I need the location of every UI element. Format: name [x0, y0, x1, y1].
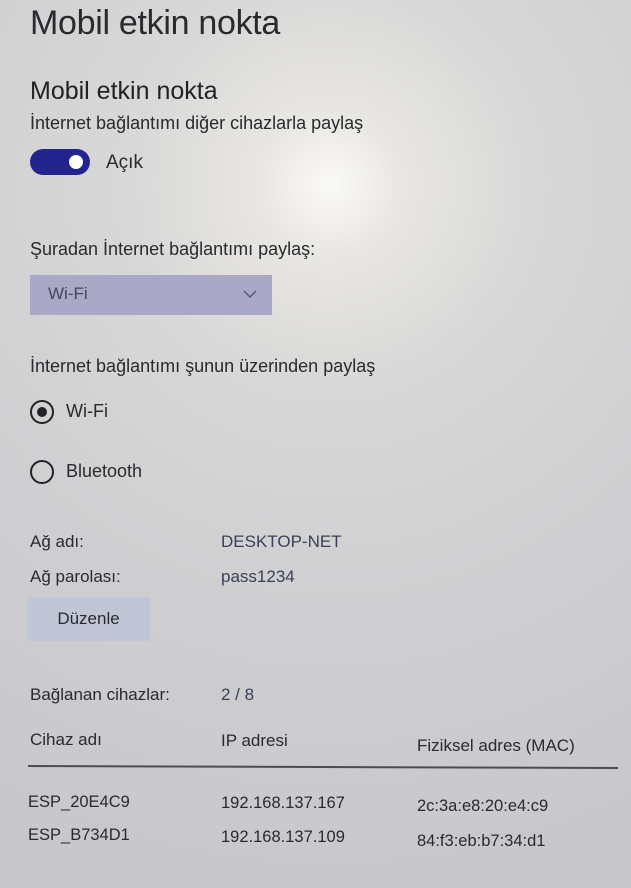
chevron-down-icon [243, 290, 257, 298]
connected-devices-label: Bağlanan cihazlar: [30, 685, 170, 704]
column-header-mac: Fiziksel adres (MAC) [417, 736, 575, 755]
radio-bluetooth-label[interactable]: Bluetooth [66, 461, 142, 482]
share-from-label: Şuradan İnternet bağlantımı paylaş: [30, 239, 316, 259]
share-from-selected: Wi-Fi [48, 284, 88, 303]
hotspot-toggle[interactable] [30, 149, 90, 175]
network-name-value: DESKTOP-NET [221, 532, 342, 551]
toggle-knob [69, 155, 83, 169]
radio-wifi[interactable] [30, 400, 54, 424]
share-over-label: İnternet bağlantımı şunun üzerinden payl… [30, 356, 376, 376]
device-mac-cell: 2c:3a:e8:20:e4:c9 [417, 797, 549, 815]
device-ip-cell: 192.168.137.167 [221, 794, 345, 812]
network-password-value: pass1234 [221, 567, 295, 586]
share-from-dropdown[interactable]: Wi-Fi [30, 275, 272, 315]
page-title: Mobil etkin nokta [30, 4, 281, 42]
device-ip-cell: 192.168.137.109 [221, 828, 345, 846]
column-header-ip: IP adresi [221, 731, 288, 750]
edit-button[interactable]: Düzenle [27, 597, 150, 641]
radio-selected-dot [37, 407, 47, 417]
column-header-device-name: Cihaz adı [30, 730, 102, 749]
device-name-cell: ESP_B734D1 [28, 826, 130, 844]
section-title: Mobil etkin nokta [30, 77, 218, 105]
connected-devices-count: 2 / 8 [221, 685, 255, 704]
network-password-label: Ağ parolası: [30, 567, 121, 586]
device-mac-cell: 84:f3:eb:b7:34:d1 [417, 832, 546, 850]
radio-bluetooth[interactable] [30, 460, 54, 484]
table-divider [27, 764, 619, 770]
device-name-cell: ESP_20E4C9 [28, 793, 130, 811]
toggle-state-label: Açık [106, 152, 143, 173]
hotspot-description: İnternet bağlantımı diğer cihazlarla pay… [30, 113, 364, 133]
network-name-label: Ağ adı: [30, 532, 84, 551]
radio-wifi-label[interactable]: Wi-Fi [66, 401, 108, 422]
